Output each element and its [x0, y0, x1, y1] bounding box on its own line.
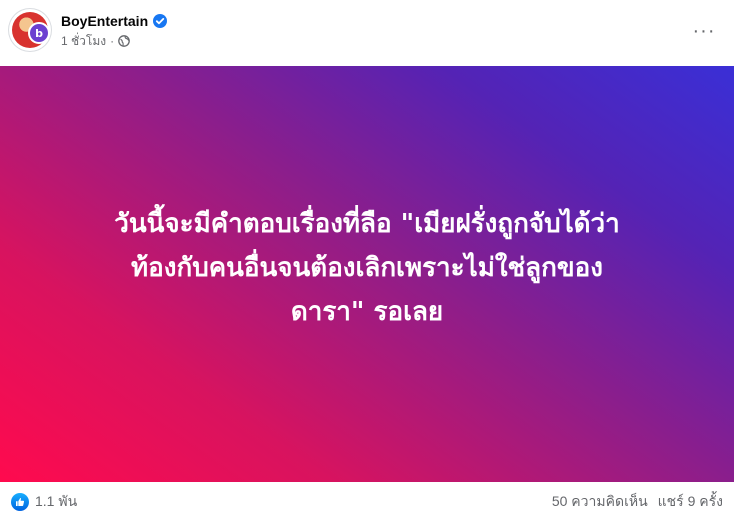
author-name[interactable]: BoyEntertain [61, 13, 148, 29]
post-text-line: ท้องกับคนอื่นจนต้องเลิกเพราะไม่ใช่ลูกของ [131, 253, 603, 283]
author-row: BoyEntertain [61, 11, 168, 31]
post-background-card[interactable]: วันนี้จะมีคำตอบเรื่องที่ลือ "เมียฝรั่งถู… [0, 66, 734, 482]
share-count[interactable]: แชร์ 9 ครั้ง [658, 491, 723, 513]
reaction-count: 1.1 พัน [35, 493, 78, 509]
post-text-line: วันนี้จะมีคำตอบเรื่องที่ลือ "เมียฝรั่งถู… [114, 209, 620, 239]
post-meta: 1 ชั่วโมง · [61, 32, 130, 50]
meta-separator: · [110, 34, 115, 48]
comment-count[interactable]: 50 ความคิดเห็น [552, 491, 648, 513]
author-avatar[interactable]: b [9, 9, 51, 51]
more-options-button[interactable]: ··· [686, 13, 722, 49]
verified-badge-icon [153, 14, 168, 28]
post-text: วันนี้จะมีคำตอบเรื่องที่ลือ "เมียฝรั่งถู… [22, 202, 712, 334]
post-text-line: ดารา" รอเลย [290, 297, 444, 327]
more-options-icon: ··· [692, 19, 716, 42]
avatar-logo-badge: b [28, 22, 50, 44]
post-timestamp[interactable]: 1 ชั่วโมง [61, 32, 106, 51]
reactions-summary[interactable]: 1.1 พัน [11, 492, 77, 512]
globe-icon[interactable] [118, 35, 130, 47]
like-icon [11, 493, 29, 511]
engagement-stats: 50 ความคิดเห็น แชร์ 9 ครั้ง [552, 492, 723, 512]
post-header: b BoyEntertain 1 ชั่วโมง · ··· [0, 0, 734, 66]
post-footer: 1.1 พัน 50 ความคิดเห็น แชร์ 9 ครั้ง [0, 482, 734, 521]
